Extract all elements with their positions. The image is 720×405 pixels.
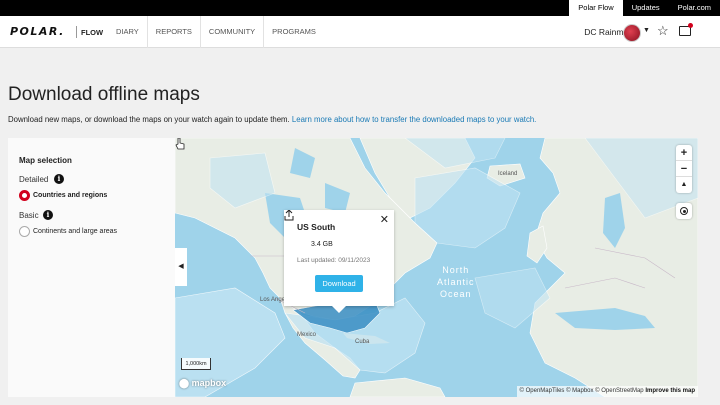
topbar-link-updates[interactable]: Updates (623, 0, 669, 16)
attribution-text[interactable]: © OpenMapTiles © Mapbox © OpenStreetMap (520, 388, 644, 394)
option-continents[interactable]: Continents and large areas (33, 228, 117, 235)
hand-cursor-icon (175, 138, 185, 150)
region-popup: ✕ US South 3.4 GB Last updated: 09/11/20… (284, 210, 394, 313)
nav-item-diary[interactable]: DIARY (108, 16, 147, 48)
map-label-mexico: Mexico (297, 332, 317, 338)
download-button[interactable]: Download (315, 275, 363, 292)
topbar-link-polar-flow[interactable]: Polar Flow (569, 0, 623, 16)
ocean-line-3: Ocean (439, 289, 472, 299)
scale-bar: 1,000km (181, 358, 211, 370)
map-label-ocean: North Atlantic Ocean (437, 264, 475, 300)
radio-continents[interactable] (19, 226, 30, 237)
main-nav: POLAR. FLOW DIARY REPORTS COMMUNITY PROG… (0, 16, 720, 48)
chevron-down-icon[interactable]: ▼ (643, 27, 650, 34)
mapbox-logo[interactable]: ⬤ mapbox (179, 378, 226, 389)
map-attribution: © OpenMapTiles © Mapbox © OpenStreetMap … (516, 386, 698, 397)
star-icon[interactable]: ☆ (657, 23, 669, 39)
collapse-panel-button[interactable]: ◀ (175, 248, 187, 286)
zoom-in-button[interactable]: + (676, 145, 692, 161)
info-icon[interactable]: i (43, 210, 53, 220)
map-label-cuba: Cuba (355, 339, 370, 345)
polar-logo[interactable]: POLAR. (10, 25, 65, 38)
download-icon (284, 210, 294, 221)
popup-title: US South (297, 222, 336, 232)
panel-title: Map selection (19, 156, 72, 165)
flow-label: FLOW (81, 28, 104, 37)
ocean-line-1: North (442, 265, 470, 275)
zoom-controls: + − ▲ (676, 145, 692, 193)
radio-countries-regions[interactable] (19, 190, 30, 201)
nav-item-programs[interactable]: PROGRAMS (263, 16, 324, 48)
option-countries-regions[interactable]: Countries and regions (33, 192, 107, 199)
basic-label: Basic (19, 211, 39, 220)
mapbox-brand: mapbox (191, 378, 227, 388)
page-description: Download new maps, or download the maps … (8, 115, 536, 124)
popup-updated: Last updated: 09/11/2023 (297, 257, 371, 264)
map-selection-panel: Map selection Detailed i Countries and r… (8, 138, 175, 397)
top-utility-bar: Polar Flow Updates Polar.com (0, 0, 720, 16)
locate-button[interactable] (676, 203, 692, 219)
logo-divider (76, 26, 77, 38)
page-title: Download offline maps (8, 84, 200, 105)
compass-button[interactable]: ▲ (676, 177, 692, 193)
zoom-out-button[interactable]: − (676, 161, 692, 177)
notification-dot (688, 23, 693, 28)
nav-item-reports[interactable]: REPORTS (146, 16, 200, 48)
info-icon[interactable]: i (54, 174, 64, 184)
description-text: Download new maps, or download the maps … (8, 115, 290, 124)
detailed-label: Detailed (19, 175, 49, 184)
nav-item-community[interactable]: COMMUNITY (199, 16, 263, 48)
avatar[interactable] (623, 24, 641, 42)
improve-map-link[interactable]: Improve this map (645, 388, 695, 394)
ocean-line-2: Atlantic (437, 277, 475, 287)
learn-more-link[interactable]: Learn more about how to transfer the dow… (292, 115, 536, 124)
close-icon[interactable]: ✕ (380, 213, 389, 226)
popup-size: 3.4 GB (311, 241, 333, 248)
topbar-link-polar-com[interactable]: Polar.com (669, 0, 720, 16)
map-view[interactable]: Iceland Los Angeles Mexico Cuba North At… (175, 138, 698, 397)
map-label-iceland: Iceland (498, 171, 518, 177)
